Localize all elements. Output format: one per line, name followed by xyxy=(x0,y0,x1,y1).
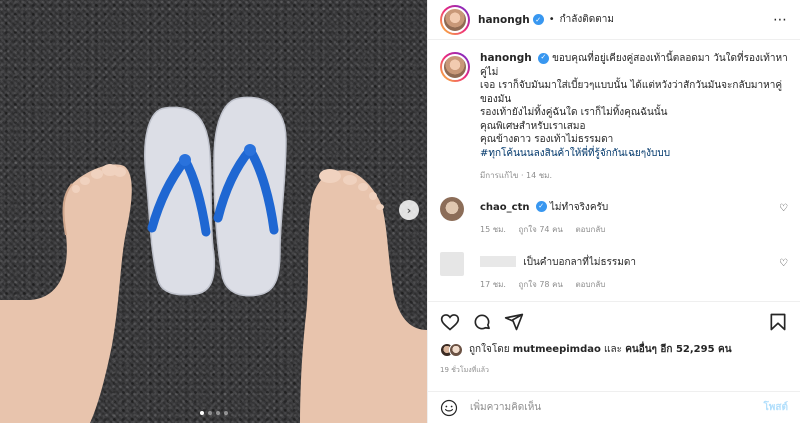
comment-like-icon[interactable]: ♡ xyxy=(779,258,788,269)
blurred-username xyxy=(480,256,516,267)
comment-likes[interactable]: ถูกใจ 74 คน xyxy=(519,225,563,234)
post-comment-button[interactable]: โพสต์ xyxy=(763,400,788,415)
post-header: hanongh ✓ • กำลังติดตาม ⋯ xyxy=(428,0,800,40)
caption-hashtag[interactable]: #ทุกโค้นนนลงสินค้าให้พี่ที่รู้จักกันเฉยๆ… xyxy=(480,147,788,161)
follow-status-button[interactable]: กำลังติดตาม xyxy=(560,12,614,27)
caption-meta: มีการแก้ไข · 14 ชม. xyxy=(480,171,552,180)
liker-username[interactable]: mutmeepimdao xyxy=(513,344,601,355)
comments-section: hanongh ✓ ขอบคุณที่อยู่เคียงคู่สองเท้านี… xyxy=(428,40,800,297)
commenter-username[interactable]: chao_ctn xyxy=(480,202,530,213)
likes-prefix: ถูกใจโดย xyxy=(469,344,510,355)
comment-time: 15 ชม. xyxy=(480,224,506,234)
next-image-button[interactable]: › xyxy=(399,200,419,220)
reply-button[interactable]: ตอบกลับ xyxy=(575,280,605,289)
carousel-dot xyxy=(207,411,212,415)
comment-icon[interactable] xyxy=(472,312,492,332)
author-avatar[interactable] xyxy=(440,4,470,35)
carousel-dot xyxy=(199,411,204,415)
likes-others[interactable]: คนอื่นๆ อีก 52,295 คน xyxy=(625,344,731,355)
left-sandal xyxy=(144,106,216,296)
likes-summary: ถูกใจโดย mutmeepimdao และ คนอื่นๆ อีก 52… xyxy=(440,342,788,357)
right-sandal xyxy=(213,96,287,297)
more-options-icon[interactable]: ⋯ xyxy=(773,12,788,28)
post-photo[interactable]: › xyxy=(0,0,427,423)
caption-author-avatar[interactable] xyxy=(440,52,470,82)
comment-item: chao_ctn ✓ ไม่ทำจริงครับ 15 ชม. ถูกใจ 74… xyxy=(440,196,788,236)
carousel-dots xyxy=(0,411,427,415)
like-icon[interactable] xyxy=(440,312,460,332)
carousel-dot xyxy=(215,411,220,415)
comment-like-icon[interactable]: ♡ xyxy=(779,203,788,214)
comment-item: เป็นคำบอกลาที่ไม่ธรรมดา 17 ชม. ถูกใจ 78 … xyxy=(440,251,788,291)
likes-middle: และ xyxy=(604,344,622,355)
left-foot xyxy=(0,164,132,423)
caption-line: เจอ เราก็จับมันมาใส่เบี้ยวๆแบบนั้น ได้แต… xyxy=(480,80,783,91)
carousel-dot xyxy=(223,411,228,415)
emoji-icon[interactable] xyxy=(440,399,458,417)
comment-likes[interactable]: ถูกใจ 78 คน xyxy=(519,280,563,289)
share-icon[interactable] xyxy=(504,312,524,332)
caption-line: ของมัน xyxy=(480,93,512,105)
save-bookmark-icon[interactable] xyxy=(768,312,788,332)
photo-illustration xyxy=(0,96,427,423)
post-side-panel: hanongh ✓ • กำลังติดตาม ⋯ hanongh ✓ ขอบค… xyxy=(427,0,800,423)
caption-line: คุณพิเศษสำหรับเราเสมอ xyxy=(480,120,586,132)
post-timestamp[interactable]: 19 ชั่วโมงที่แล้ว xyxy=(440,365,788,376)
commenter-avatar[interactable] xyxy=(440,251,464,276)
caption-username[interactable]: hanongh xyxy=(480,52,532,64)
author-username[interactable]: hanongh xyxy=(478,14,530,26)
add-comment-bar: เพิ่มความคิดเห็น โพสต์ xyxy=(428,391,800,423)
comment-text: ไม่ทำจริงครับ xyxy=(549,201,609,213)
caption-line: คุณข้างดาว รองเท้าไม่ธรรมดา xyxy=(480,134,614,145)
liker-avatar[interactable] xyxy=(449,342,463,357)
caption: hanongh ✓ ขอบคุณที่อยู่เคียงคู่สองเท้านี… xyxy=(440,52,788,183)
comment-time: 17 ชม. xyxy=(480,279,506,289)
verified-icon: ✓ xyxy=(537,52,549,64)
commenter-avatar[interactable] xyxy=(440,196,464,221)
caption-line: รองเท้ายังไม่ทิ้งคู่ฉันใด เราก็ไม่ทิ้งคุ… xyxy=(480,107,668,118)
comment-input[interactable]: เพิ่มความคิดเห็น xyxy=(470,400,541,415)
reply-button[interactable]: ตอบกลับ xyxy=(575,225,605,234)
verified-icon: ✓ xyxy=(532,14,544,25)
separator-dot: • xyxy=(548,14,555,25)
post-actions: ถูกใจโดย mutmeepimdao และ คนอื่นๆ อีก 52… xyxy=(428,301,800,376)
comment-text: เป็นคำบอกลาที่ไม่ธรรมดา xyxy=(523,256,637,268)
verified-icon: ✓ xyxy=(535,201,547,212)
